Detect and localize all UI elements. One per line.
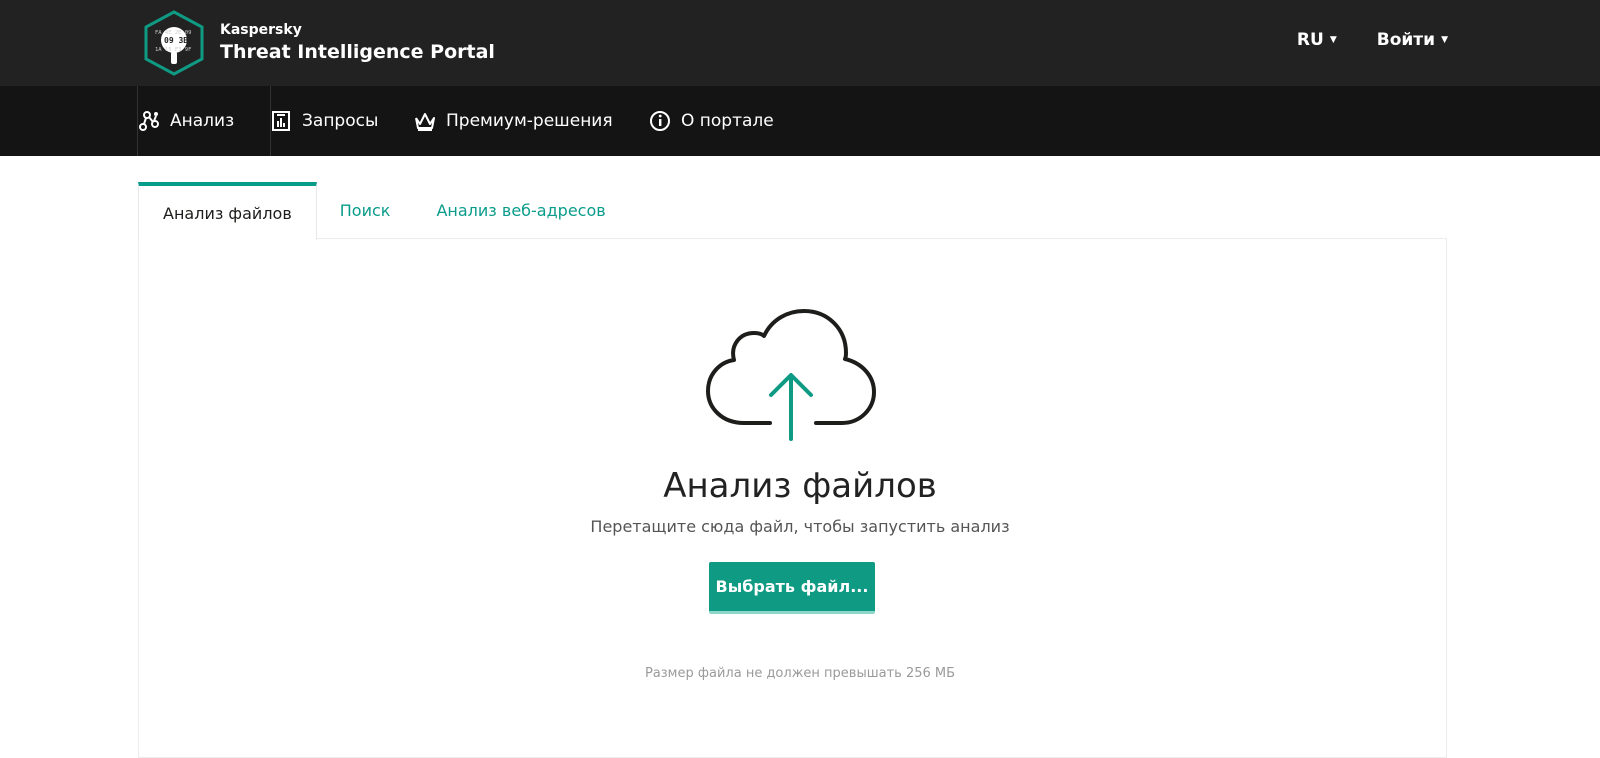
brand-text: Kaspersky Threat Intelligence Portal: [220, 21, 495, 65]
nav-item-about[interactable]: О портале: [649, 86, 774, 156]
tab-url-analysis[interactable]: Анализ веб-адресов: [413, 182, 628, 239]
choose-file-button[interactable]: Выбрать файл...: [709, 562, 875, 614]
main-nav: Анализ Запросы Премиум-решения О портале: [0, 86, 1600, 156]
analysis-icon: [139, 111, 159, 131]
caret-down-icon: ▼: [1441, 35, 1448, 45]
nav-label: О портале: [681, 111, 774, 131]
tab-file-analysis[interactable]: Анализ файлов: [138, 182, 317, 240]
caret-down-icon: ▼: [1329, 35, 1337, 45]
login-label: Войти: [1376, 30, 1436, 50]
nav-item-premium[interactable]: Премиум-решения: [414, 86, 613, 156]
info-icon: [650, 111, 670, 131]
nav-label: Анализ: [170, 111, 235, 131]
svg-text:1A 15 F3 9F: 1A 15 F3 9F: [155, 47, 191, 53]
brand-company: Kaspersky: [220, 22, 302, 38]
language-selector[interactable]: RU ▼: [1297, 30, 1337, 50]
nav-label: Запросы: [302, 111, 379, 131]
header-actions: RU ▼ Войти ▼: [1297, 30, 1448, 50]
svg-text:09 3B: 09 3B: [164, 36, 188, 45]
brand-product: Threat Intelligence Portal: [220, 41, 495, 63]
kaspersky-logo-icon: FA 4E 2E 09 09 3B 1A 15 F3 9F: [144, 10, 204, 76]
login-menu[interactable]: Войти ▼: [1377, 30, 1448, 50]
nav-label: Премиум-решения: [446, 111, 613, 131]
analysis-tabs: Анализ файлов Поиск Анализ веб-адресов: [138, 182, 629, 240]
file-size-note: Размер файла не должен превышать 256 МБ: [644, 666, 956, 681]
cloud-upload-icon: [706, 309, 876, 441]
upload-title: Анализ файлов: [663, 466, 937, 506]
top-bar: FA 4E 2E 09 09 3B 1A 15 F3 9F Kaspersky …: [0, 0, 1600, 86]
tab-search[interactable]: Поиск: [317, 182, 414, 239]
brand[interactable]: FA 4E 2E 09 09 3B 1A 15 F3 9F Kaspersky …: [142, 10, 495, 76]
language-label: RU: [1296, 30, 1324, 50]
requests-icon: [272, 111, 290, 131]
crown-icon: [415, 113, 435, 131]
upload-subtitle: Перетащите сюда файл, чтобы запустить ан…: [590, 517, 1010, 536]
nav-item-requests[interactable]: Запросы: [270, 86, 378, 156]
nav-item-analysis[interactable]: Анализ: [137, 86, 271, 156]
